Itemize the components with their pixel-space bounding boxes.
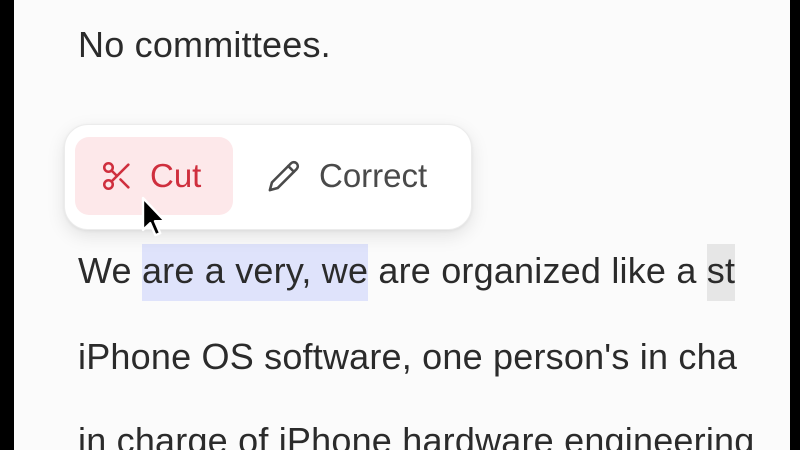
selected-text[interactable]: are a very, we <box>141 244 369 301</box>
transcript-line: in charge of iPhone hardware engineering <box>78 420 755 450</box>
correct-button-label: Correct <box>319 157 428 194</box>
highlighted-word-fragment[interactable]: st <box>706 244 736 301</box>
transcript-line-selected: We are a very, we are organized like a s… <box>78 244 736 301</box>
cut-button-label: Cut <box>150 157 202 194</box>
text-after-selection: are organized like a <box>368 250 707 291</box>
text-before-selection: We <box>78 250 142 291</box>
mouse-pointer-icon <box>141 196 167 238</box>
correct-button[interactable]: Correct <box>255 137 451 215</box>
transcript-document: No committees. We are a very, we are org… <box>14 0 790 450</box>
transcript-line: No committees. <box>78 24 331 65</box>
pencil-icon <box>267 159 301 193</box>
screen: No committees. We are a very, we are org… <box>0 0 800 450</box>
transcript-line: iPhone OS software, one person's in cha <box>78 336 738 377</box>
selection-action-popup: Cut Correct <box>64 124 472 230</box>
scissors-icon <box>100 159 134 193</box>
